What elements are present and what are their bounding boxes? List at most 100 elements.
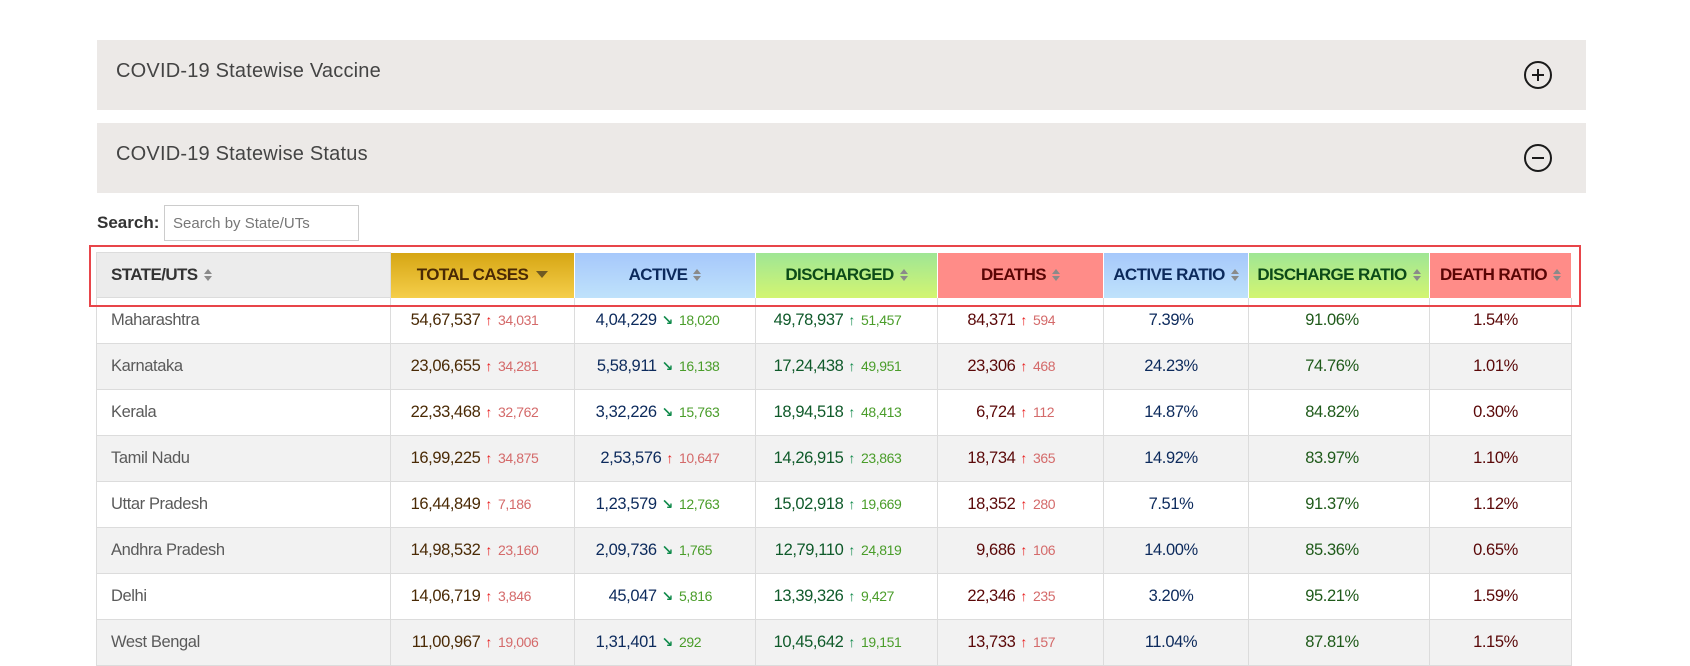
cell-discharged: 10,45,642 ↑ 19,151 [755, 619, 938, 666]
discharged-delta: 19,151 [861, 634, 902, 650]
deaths-value: 84,371 [967, 310, 1016, 329]
deaths-value: 18,734 [967, 449, 1016, 467]
active-delta: 10,647 [679, 450, 720, 466]
trend-up-arrow-icon: ↑ [1020, 450, 1027, 466]
total-delta: 3,846 [498, 588, 532, 604]
total-value: 14,06,719 [410, 587, 481, 605]
sort-icon [1412, 268, 1421, 281]
statewise-table: STATE/UTS TOTAL CASES ACTIVE DISCHARGED … [96, 252, 1572, 666]
trend-down-arrow-icon: ↘ [661, 404, 674, 420]
deaths-delta: 468 [1033, 358, 1056, 374]
column-header-label: STATE/UTS [111, 265, 198, 284]
trend-up-arrow-icon: ↑ [848, 588, 855, 604]
trend-up-arrow-icon: ↑ [485, 634, 492, 650]
discharged-value: 14,26,915 [773, 449, 844, 467]
total-value: 23,06,655 [410, 357, 481, 375]
status-accordion-panel[interactable]: COVID-19 Statewise Status [97, 123, 1586, 193]
column-header-discharged[interactable]: DISCHARGED [755, 252, 938, 298]
trend-down-arrow-icon: ↘ [661, 496, 674, 512]
total-value: 54,67,537 [410, 310, 481, 329]
total-delta: 34,031 [498, 311, 539, 328]
search-input[interactable] [164, 205, 359, 241]
trend-up-arrow-icon: ↑ [485, 542, 492, 558]
trend-up-arrow-icon: ↑ [848, 634, 855, 650]
trend-down-arrow-icon: ↘ [661, 634, 674, 650]
table-row: Karnataka 23,06,655 ↑ 34,281 5,58,911 ↘ 16,138… [96, 343, 1572, 390]
trend-up-arrow-icon: ↑ [1020, 404, 1027, 420]
active-value: 3,32,226 [595, 403, 657, 421]
discharged-value: 17,24,438 [773, 357, 844, 375]
deaths-value: 9,686 [976, 541, 1016, 559]
cell-active-ratio: 24.23% [1103, 343, 1249, 390]
cell-discharged: 15,02,918 ↑ 19,669 [755, 481, 938, 528]
cell-death-ratio: 0.65% [1429, 527, 1572, 574]
trend-up-arrow-icon: ↑ [1020, 542, 1027, 558]
column-header-deaths[interactable]: DEATHS [937, 252, 1104, 298]
sort-icon [1052, 268, 1061, 281]
cell-deaths: 18,352 ↑ 280 [937, 481, 1104, 528]
total-delta: 7,186 [498, 496, 532, 512]
plus-circle-icon[interactable] [1524, 61, 1552, 89]
cell-discharge-ratio: 95.21% [1248, 573, 1430, 620]
cell-death-ratio: 1.54% [1429, 297, 1572, 344]
cell-discharged: 18,94,518 ↑ 48,413 [755, 389, 938, 436]
sort-descending-icon [536, 271, 549, 279]
discharged-delta: 48,413 [861, 404, 902, 420]
column-header-total-cases[interactable]: TOTAL CASES [390, 252, 575, 298]
sort-icon [1553, 268, 1562, 281]
table-row: Kerala 22,33,468 ↑ 32,762 3,32,226 ↘ 15,763 18,… [96, 389, 1572, 436]
deaths-value: 6,724 [976, 403, 1016, 421]
column-header-death-ratio[interactable]: DEATH RATIO [1429, 252, 1572, 298]
cell-active: 1,31,401 ↘ 292 [574, 619, 756, 666]
cell-discharged: 13,39,326 ↑ 9,427 [755, 573, 938, 620]
active-value: 5,58,911 [596, 357, 657, 375]
trend-up-arrow-icon: ↑ [1020, 634, 1027, 650]
cell-active-ratio: 14.87% [1103, 389, 1249, 436]
cell-deaths: 84,371 ↑ 594 [937, 297, 1104, 344]
total-delta: 34,281 [498, 358, 539, 374]
column-header-label: DISCHARGED [785, 265, 894, 284]
trend-up-arrow-icon: ↑ [848, 358, 855, 374]
trend-up-arrow-icon: ↑ [485, 311, 492, 328]
column-header-discharge-ratio[interactable]: DISCHARGE RATIO [1248, 252, 1430, 298]
trend-up-arrow-icon: ↑ [1020, 496, 1027, 512]
cell-deaths: 6,724 ↑ 112 [937, 389, 1104, 436]
deaths-delta: 157 [1033, 634, 1056, 650]
discharged-value: 13,39,326 [773, 587, 844, 605]
discharged-delta: 49,951 [861, 358, 902, 374]
column-header-active[interactable]: ACTIVE [574, 252, 756, 298]
cell-discharged: 17,24,438 ↑ 49,951 [755, 343, 938, 390]
total-delta: 32,762 [498, 404, 539, 420]
active-delta: 1,765 [679, 542, 713, 558]
vaccine-accordion-panel[interactable]: COVID-19 Statewise Vaccine [97, 40, 1586, 110]
column-header-state[interactable]: STATE/UTS [96, 252, 391, 298]
total-value: 22,33,468 [410, 403, 481, 421]
trend-down-arrow-icon: ↘ [661, 311, 674, 328]
column-header-active-ratio[interactable]: ACTIVE RATIO [1103, 252, 1249, 298]
cell-state: Kerala [96, 389, 391, 436]
cell-active: 2,09,736 ↘ 1,765 [574, 527, 756, 574]
cell-discharge-ratio: 74.76% [1248, 343, 1430, 390]
cell-discharge-ratio: 85.36% [1248, 527, 1430, 574]
cell-death-ratio: 1.10% [1429, 435, 1572, 482]
active-value: 2,53,576 [600, 449, 662, 467]
active-value: 4,04,229 [595, 310, 657, 329]
cell-state: Karnataka [96, 343, 391, 390]
cell-deaths: 23,306 ↑ 468 [937, 343, 1104, 390]
column-header-label: ACTIVE RATIO [1113, 265, 1225, 284]
cell-death-ratio: 1.15% [1429, 619, 1572, 666]
trend-down-arrow-icon: ↘ [661, 358, 674, 374]
active-value: 45,047 [608, 587, 657, 605]
cell-total: 14,06,719 ↑ 3,846 [390, 573, 575, 620]
trend-up-arrow-icon: ↑ [1020, 311, 1027, 328]
deaths-delta: 235 [1033, 588, 1056, 604]
cell-active: 1,23,579 ↘ 12,763 [574, 481, 756, 528]
cell-discharge-ratio: 87.81% [1248, 619, 1430, 666]
sort-icon [1230, 268, 1239, 281]
cell-active-ratio: 14.92% [1103, 435, 1249, 482]
active-delta: 16,138 [679, 358, 720, 374]
table-row: Maharashtra 54,67,537 ↑ 34,031 4,04,229 ↘ 18,0… [96, 297, 1572, 344]
discharged-delta: 51,457 [861, 311, 902, 328]
cell-total: 54,67,537 ↑ 34,031 [390, 297, 575, 344]
minus-circle-icon[interactable] [1524, 144, 1552, 172]
